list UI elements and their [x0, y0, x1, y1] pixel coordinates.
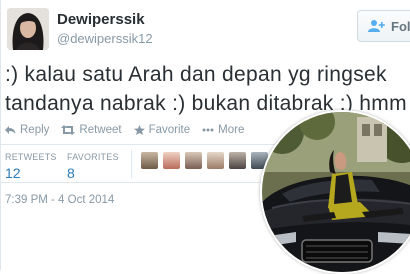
user-handle[interactable]: @dewiperssik12: [57, 31, 153, 46]
favoriter-avatar[interactable]: [163, 152, 180, 169]
favorites-stat[interactable]: FAVORITES 8: [67, 152, 119, 181]
reply-icon: [5, 126, 16, 134]
tweet-line: :) kalau satu Arah dan depan yg ringsek: [5, 63, 387, 86]
favorites-label: FAVORITES: [67, 152, 119, 162]
favoriter-avatar[interactable]: [185, 152, 202, 169]
tweet-actions: Reply Retweet Favorite More: [5, 124, 244, 136]
favoriter-avatar[interactable]: [141, 152, 158, 169]
star-icon: [133, 125, 145, 135]
favorite-button[interactable]: Favorite: [133, 124, 191, 136]
favorite-label: Favorite: [148, 124, 191, 136]
tweet-timestamp[interactable]: 7:39 PM - 4 Oct 2014: [5, 194, 114, 206]
more-dots-icon: [202, 128, 214, 132]
retweets-count: 12: [5, 165, 21, 181]
stats-separator: [131, 150, 132, 178]
add-user-icon: [368, 20, 385, 32]
more-button[interactable]: More: [202, 124, 244, 136]
car-photo-image: [262, 112, 410, 272]
retweet-button[interactable]: Retweet: [61, 124, 122, 136]
retweets-label: RETWEETS: [5, 152, 57, 162]
attached-photo[interactable]: [260, 110, 410, 274]
retweet-label: Retweet: [79, 124, 122, 136]
tweet-card: Dewiperssik @dewiperssik12 Follo :) kala…: [0, 0, 410, 274]
follow-label: Follo: [391, 18, 410, 34]
display-name[interactable]: Dewiperssik: [57, 11, 145, 28]
follow-button[interactable]: Follo: [357, 10, 410, 42]
favoriter-avatar[interactable]: [207, 152, 224, 169]
avatar[interactable]: [7, 8, 49, 50]
favorites-count: 8: [67, 165, 75, 181]
reply-button[interactable]: Reply: [5, 124, 49, 136]
reply-label: Reply: [20, 124, 50, 136]
retweets-stat[interactable]: RETWEETS 12: [5, 152, 57, 181]
retweet-icon: [61, 125, 76, 135]
more-label: More: [218, 124, 245, 136]
favoriter-avatar[interactable]: [229, 152, 246, 169]
